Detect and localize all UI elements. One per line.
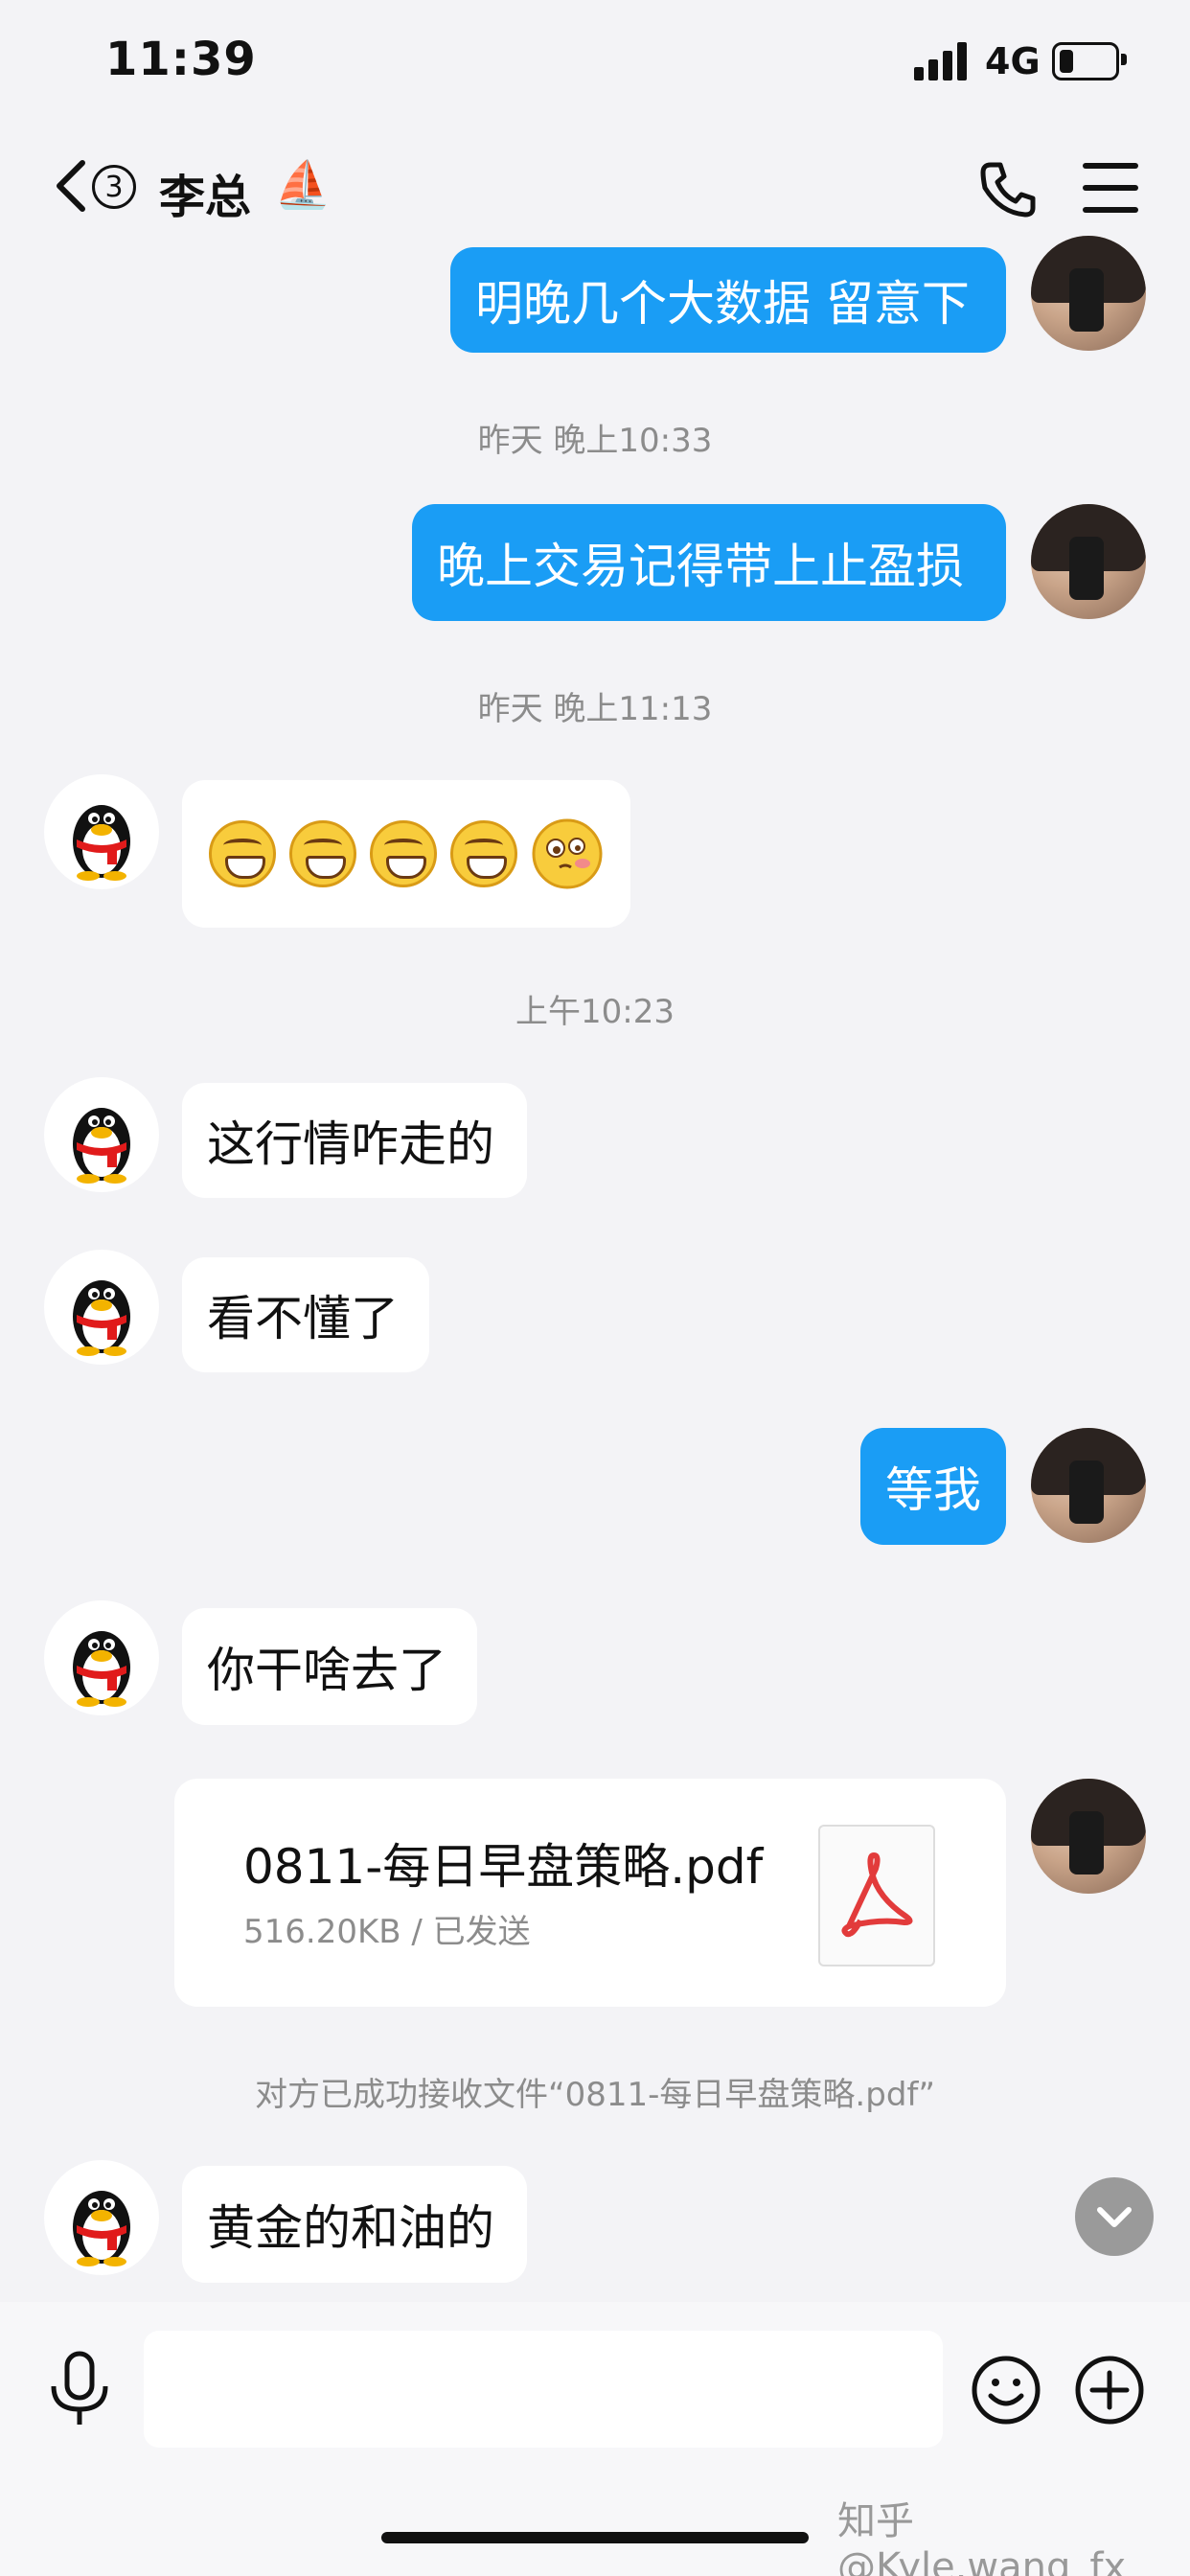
menu-icon[interactable] <box>1083 163 1138 213</box>
message-text: 晚上交易记得带上止盈损 <box>437 539 964 594</box>
qq-penguin-icon <box>73 2191 130 2266</box>
message-text: 你干啥去了 <box>207 1643 446 1698</box>
message-bubble-outgoing[interactable]: 等我 <box>860 1428 1006 1545</box>
avatar[interactable] <box>1031 504 1146 619</box>
message-bubble-incoming[interactable]: 看不懂了 <box>182 1257 429 1372</box>
unread-badge[interactable]: 3 <box>92 165 136 209</box>
avatar[interactable] <box>44 1250 159 1365</box>
message-bubble-incoming[interactable] <box>182 780 630 928</box>
message-bubble-outgoing[interactable]: 明晚几个大数据 留意下 <box>450 247 1006 353</box>
qq-penguin-icon <box>73 805 130 881</box>
phone-icon[interactable] <box>977 159 1039 220</box>
avatar[interactable] <box>44 2160 159 2275</box>
battery-icon <box>1052 42 1119 80</box>
message-bubble-incoming[interactable]: 这行情咋走的 <box>182 1083 527 1198</box>
grin-emoji-icon <box>289 820 356 887</box>
contact-emoji: ⛵ <box>274 158 332 212</box>
grin-emoji-icon <box>209 820 276 887</box>
avatar[interactable] <box>44 1077 159 1192</box>
grin-emoji-icon <box>370 820 437 887</box>
qq-penguin-icon <box>73 1280 130 1356</box>
message-text: 明晚几个大数据 留意下 <box>475 276 970 332</box>
file-message-card[interactable]: 0811-每日早盘策略.pdf 516.20KB / 已发送 <box>174 1779 1006 2007</box>
scroll-to-bottom-button[interactable] <box>1075 2177 1154 2256</box>
timestamp: 昨天 晚上10:33 <box>477 422 713 460</box>
qq-penguin-icon <box>73 1631 130 1707</box>
file-meta: 516.20KB / 已发送 <box>243 1913 531 1951</box>
status-time: 11:39 <box>105 33 257 86</box>
timestamp: 上午10:23 <box>515 993 675 1031</box>
file-received-notice: 对方已成功接收文件“0811-每日早盘策略.pdf” <box>255 2076 935 2114</box>
message-text: 等我 <box>885 1462 981 1518</box>
signal-icon <box>914 42 968 80</box>
message-bubble-outgoing[interactable]: 晚上交易记得带上止盈损 <box>412 504 1006 621</box>
chevron-left-icon[interactable] <box>52 159 90 213</box>
contact-name[interactable]: 李总 <box>159 159 251 226</box>
home-indicator[interactable] <box>381 2532 809 2543</box>
message-text: 看不懂了 <box>207 1291 399 1346</box>
avatar[interactable] <box>1031 236 1146 351</box>
grin-emoji-icon <box>450 820 517 887</box>
watermark: 知乎 @Kyle.wang_fx <box>837 2499 1127 2576</box>
smile-icon[interactable] <box>970 2354 1042 2426</box>
pdf-file-icon <box>818 1825 935 1966</box>
message-input[interactable] <box>144 2331 943 2448</box>
file-name: 0811-每日早盘策略.pdf <box>243 1839 764 1895</box>
network-type: 4G <box>985 40 1041 82</box>
avatar[interactable] <box>1031 1428 1146 1543</box>
message-bubble-incoming[interactable]: 黄金的和油的 <box>182 2166 527 2283</box>
avatar[interactable] <box>44 774 159 889</box>
qq-penguin-icon <box>73 1108 130 1184</box>
message-bubble-incoming[interactable]: 你干啥去了 <box>182 1608 477 1725</box>
timestamp: 昨天 晚上11:13 <box>477 690 713 728</box>
message-text: 黄金的和油的 <box>207 2200 494 2256</box>
plus-icon[interactable] <box>1073 2354 1146 2426</box>
chevron-down-icon <box>1097 2207 1132 2227</box>
avatar[interactable] <box>1031 1779 1146 1894</box>
avatar[interactable] <box>44 1600 159 1715</box>
microphone-icon[interactable] <box>48 2350 111 2428</box>
battery-tip <box>1121 54 1127 65</box>
chat-screen: 11:39 4G 3 李总 ⛵ 明晚几个大数据 留意下 昨天 晚上10:33 晚… <box>0 0 1190 2576</box>
blush-emoji-icon <box>532 818 603 889</box>
message-text: 这行情咋走的 <box>207 1116 494 1172</box>
